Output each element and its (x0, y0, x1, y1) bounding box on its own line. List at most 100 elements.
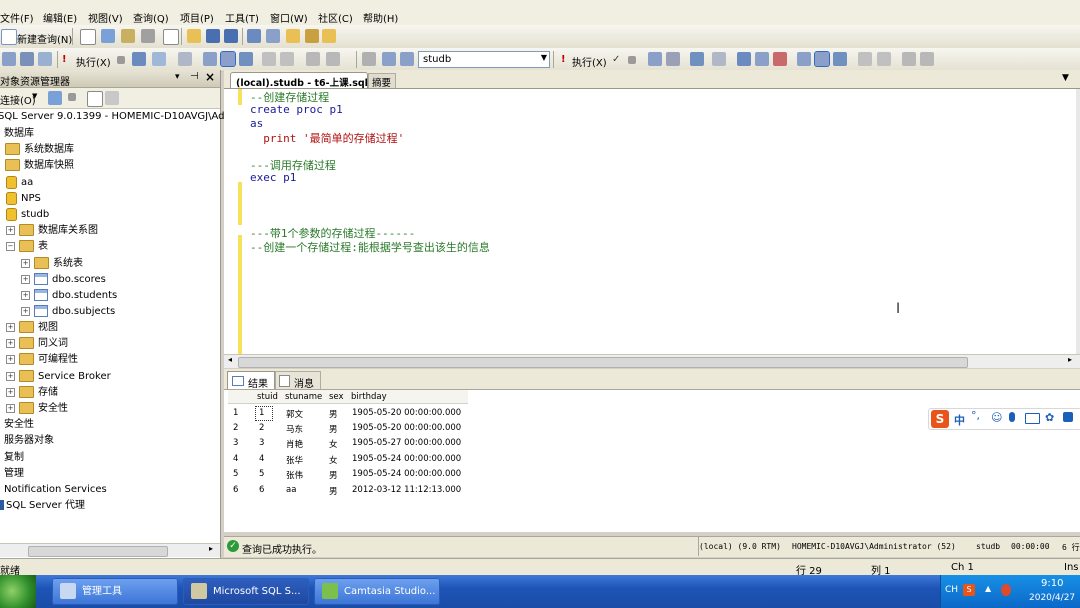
menu-window[interactable]: 窗口(W) (270, 10, 308, 25)
results-to-text-icon[interactable] (203, 52, 217, 66)
change-connection-icon[interactable] (38, 52, 52, 66)
tray-expand-icon[interactable]: ▲ (985, 584, 991, 593)
decrease-indent-icon[interactable] (902, 52, 916, 66)
expand-icon[interactable]: + (6, 225, 15, 235)
query-analyzer-icon[interactable] (690, 52, 704, 66)
tree-node-synonyms[interactable]: + 同义词 (6, 336, 68, 352)
execute-icon[interactable]: ! (561, 54, 566, 65)
results-to-grid-icon[interactable] (220, 51, 236, 67)
menu-help[interactable]: 帮助(H) (363, 10, 398, 25)
xmla-query-icon[interactable] (163, 29, 179, 45)
results-to-text-icon[interactable] (797, 52, 811, 66)
taskbar-item-camtasia[interactable]: Camtasia Studio... (314, 578, 440, 605)
table-row[interactable]: 3 3 肖艳 女 1905-05-27 00:00:00.000 (228, 436, 468, 451)
expand-icon[interactable]: + (21, 258, 30, 268)
menu-community[interactable]: 社区(C) (318, 10, 353, 25)
tree-node-security[interactable]: 安全性 (4, 417, 34, 433)
scroll-right-icon[interactable]: ▸ (209, 544, 213, 553)
analysis-query-icon[interactable] (101, 29, 115, 43)
properties-icon[interactable] (322, 29, 336, 43)
filter-icon[interactable] (105, 91, 119, 105)
expand-icon[interactable]: + (6, 371, 15, 381)
tab-dropdown-icon[interactable]: ▼ (1062, 73, 1069, 83)
tree-node-programmability[interactable]: + 可编程性 (6, 352, 78, 368)
taskbar-item-admin-tools[interactable]: 管理工具 (52, 578, 178, 605)
new-query-icon[interactable] (1, 29, 17, 45)
tab-summary[interactable]: 摘要 (368, 73, 396, 89)
solution-explorer-icon[interactable] (305, 29, 319, 43)
pin-icon[interactable]: ⊣ (190, 71, 199, 82)
stop-icon[interactable] (68, 93, 76, 101)
registered-servers-icon[interactable] (247, 29, 261, 43)
editor-hscrollbar[interactable]: ◂ ▸ (224, 354, 1080, 368)
tree-node-database-snapshots[interactable]: 数据库快照 (5, 158, 74, 174)
expand-icon[interactable]: + (6, 403, 15, 413)
tree-node-replication[interactable]: 复制 (4, 450, 24, 466)
expand-icon[interactable]: + (21, 290, 30, 300)
tree-node-dbo-scores[interactable]: + dbo.scores (21, 272, 106, 288)
tree-node-nps[interactable]: NPS (6, 191, 41, 207)
tree-node-dbo-subjects[interactable]: + dbo.subjects (21, 304, 115, 320)
tree-node-notification-services[interactable]: Notification Services (4, 482, 107, 498)
execute-button[interactable]: 执行(X) (76, 54, 111, 69)
table-row[interactable]: 4 4 张华 女 1905-05-24 00:00:00.000 (228, 452, 468, 467)
tree-node-system-tables[interactable]: + 系统表 (21, 256, 83, 272)
increase-indent-icon[interactable] (326, 52, 340, 66)
keyboard-icon[interactable] (1025, 413, 1040, 424)
tree-node-studb[interactable]: studb (6, 207, 49, 223)
menu-project[interactable]: 项目(P) (180, 10, 214, 25)
tree-node-tables[interactable]: − 表 (6, 239, 48, 255)
display-plan-icon[interactable] (648, 52, 662, 66)
microphone-icon[interactable] (1009, 412, 1015, 422)
tree-node-dbo-students[interactable]: + dbo.students (21, 288, 117, 304)
menu-view[interactable]: 视图(V) (88, 10, 123, 25)
table-row[interactable]: 1 1 郭文 男 1905-05-20 00:00:00.000 (228, 406, 468, 421)
expand-icon[interactable]: + (21, 306, 30, 316)
tab-results[interactable]: 结果 (227, 371, 275, 390)
estimated-plan-icon[interactable] (152, 52, 166, 66)
specify-values-icon[interactable] (362, 52, 376, 66)
save-all-icon[interactable] (224, 29, 238, 43)
execute-button-2[interactable]: 执行(X) (572, 54, 607, 69)
language-indicator[interactable]: CH (945, 585, 958, 595)
scroll-left-icon[interactable]: ◂ (228, 355, 232, 364)
results-to-file-icon[interactable] (833, 52, 847, 66)
sql-editor[interactable]: --创建存储过程 create proc p1 as print '最简单的存储… (224, 89, 1080, 354)
object-explorer-hscrollbar[interactable]: ▸ (0, 543, 220, 557)
tree-node-server-objects[interactable]: 服务器对象 (4, 433, 54, 449)
tab-messages[interactable]: 消息 (275, 371, 321, 390)
sogou-tray-icon[interactable]: S (963, 584, 975, 596)
parse-check-icon[interactable]: ✓ (612, 54, 620, 65)
mdx-query-icon[interactable] (121, 29, 135, 43)
menu-edit[interactable]: 编辑(E) (43, 10, 77, 25)
comment-icon[interactable] (262, 52, 276, 66)
tree-node-db-diagrams[interactable]: + 数据库关系图 (6, 223, 98, 239)
tree-node-db-security[interactable]: + 安全性 (6, 401, 68, 417)
results-to-file-icon[interactable] (239, 52, 253, 66)
results-grid[interactable]: stuid stuname sex birthday 1 1 郭文 男 1905… (224, 390, 1080, 532)
column-header[interactable]: birthday (351, 392, 387, 402)
table-row[interactable]: 6 6 aa 男 2012-03-12 11:12:13.000 (228, 483, 468, 498)
tree-node-server[interactable]: SQL Server 9.0.1399 - HOMEMIC-D10AVGJ\Ad (0, 109, 225, 125)
open-folder-icon[interactable] (187, 29, 201, 43)
sqlcmd-mode-icon[interactable] (773, 52, 787, 66)
menu-query[interactable]: 查询(Q) (133, 10, 169, 25)
column-header[interactable]: stuid (257, 392, 278, 402)
menu-file[interactable]: 文件(F) (0, 10, 34, 25)
toolbox-icon[interactable] (1063, 412, 1073, 422)
column-header[interactable]: stuname (285, 392, 322, 402)
uncomment-icon[interactable] (877, 52, 891, 66)
chevron-down-icon[interactable]: ▼ (541, 53, 547, 62)
start-button[interactable] (0, 575, 36, 608)
connect-button[interactable]: 连接(O) (0, 92, 36, 107)
parse-icon[interactable] (132, 52, 146, 66)
results-to-grid-icon[interactable] (814, 51, 830, 67)
close-icon[interactable]: × (205, 70, 215, 84)
tree-node-databases[interactable]: 数据库 (4, 126, 34, 142)
database-select[interactable]: studb ▼ (418, 51, 550, 68)
disconnect-icon[interactable] (20, 52, 34, 66)
user-tray-icon[interactable] (1001, 584, 1011, 596)
cancel-query-icon[interactable] (117, 56, 125, 64)
cancel-query-icon[interactable] (628, 56, 636, 64)
emoji-icon[interactable]: ☺ (991, 411, 1002, 424)
